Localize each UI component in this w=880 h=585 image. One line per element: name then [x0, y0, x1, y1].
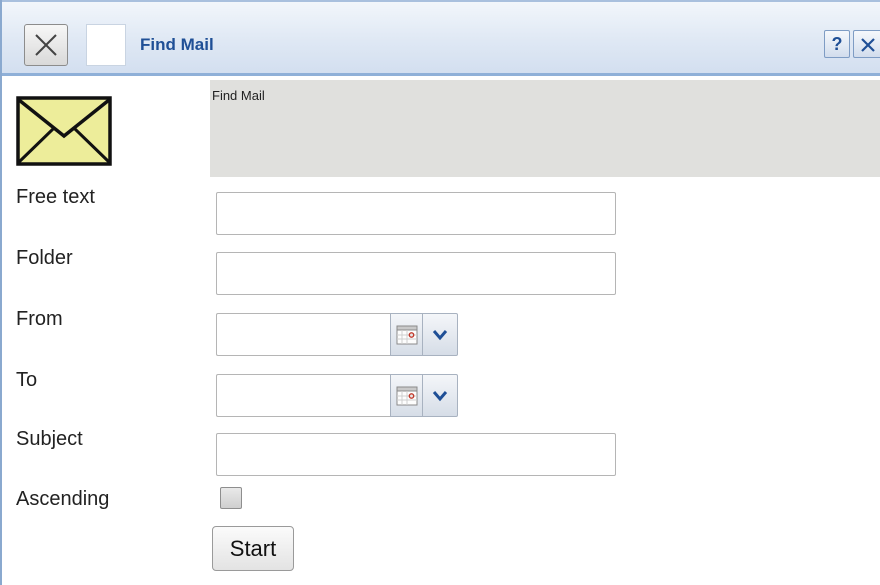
window-icon-placeholder — [86, 24, 126, 66]
subject-label: Subject — [16, 428, 83, 450]
envelope-icon — [16, 96, 112, 166]
start-button[interactable]: Start — [212, 526, 294, 571]
to-date-picker — [216, 374, 458, 417]
titlebar-close-button[interactable] — [24, 24, 68, 66]
title-bar: Find Mail ? — [2, 0, 880, 76]
from-date-picker — [216, 313, 458, 356]
free-text-input[interactable] — [216, 192, 616, 235]
to-dropdown-button[interactable] — [423, 374, 458, 417]
from-calendar-button[interactable] — [390, 313, 423, 356]
close-icon — [861, 38, 875, 52]
header-panel: Find Mail — [210, 80, 880, 177]
calendar-icon — [396, 386, 418, 406]
to-calendar-button[interactable] — [390, 374, 423, 417]
header-title: Find Mail — [212, 88, 265, 103]
ascending-label: Ascending — [16, 488, 110, 510]
chevron-down-icon — [432, 391, 448, 402]
from-dropdown-button[interactable] — [423, 313, 458, 356]
window-title: Find Mail — [140, 35, 214, 54]
window-close-button[interactable] — [853, 30, 880, 58]
find-mail-window: Find Mail ? Find Mail Free text Folder F… — [0, 0, 880, 585]
chevron-down-icon — [432, 330, 448, 341]
to-date-input[interactable] — [216, 374, 390, 417]
from-date-input[interactable] — [216, 313, 390, 356]
folder-label: Folder — [16, 247, 73, 269]
help-button[interactable]: ? — [824, 30, 850, 58]
to-label: To — [16, 369, 38, 391]
free-text-label: Free text — [16, 186, 95, 208]
folder-input[interactable] — [216, 252, 616, 295]
subject-input[interactable] — [216, 433, 616, 476]
ascending-checkbox[interactable] — [220, 487, 242, 509]
from-label: From — [16, 308, 63, 330]
close-icon — [35, 34, 57, 56]
calendar-icon — [396, 325, 418, 345]
